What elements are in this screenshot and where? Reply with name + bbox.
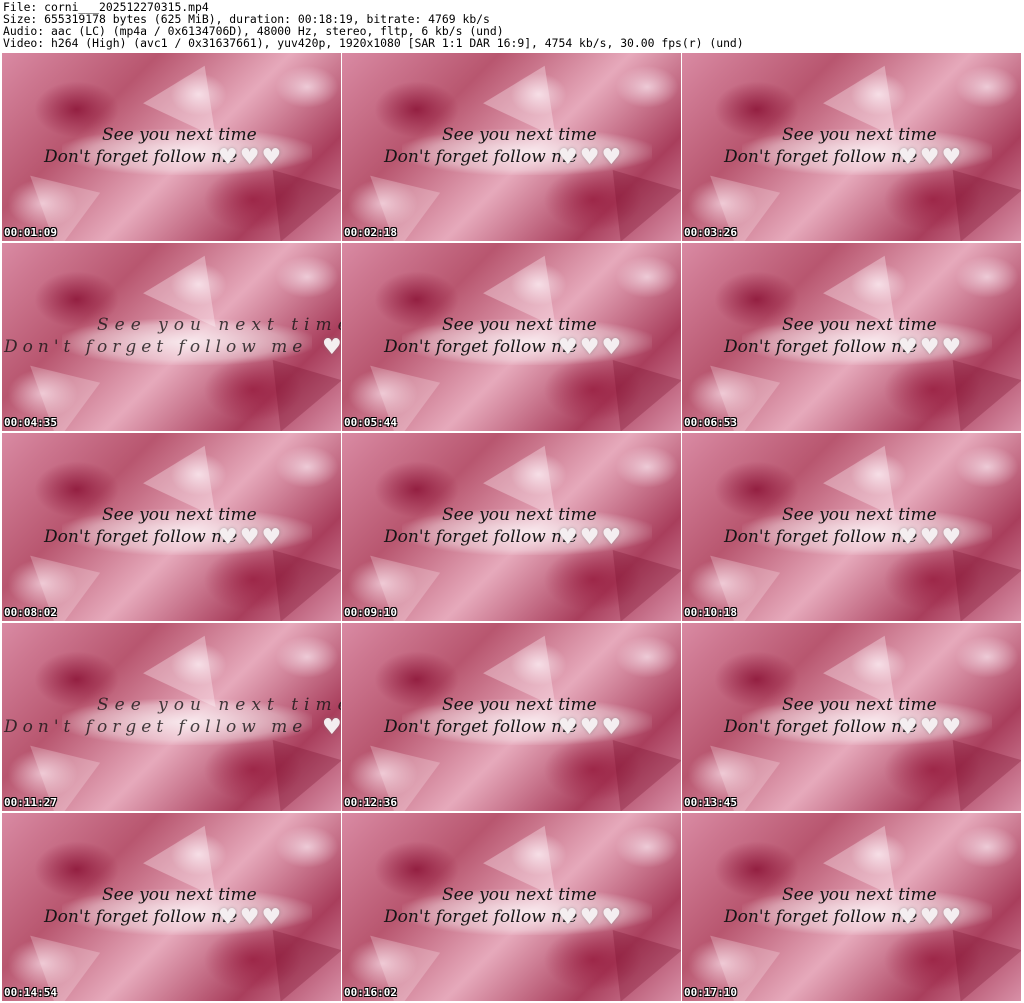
thumbnail-frame: See you next time Don't forget follow me… (2, 243, 341, 431)
thumbnail-frame: See you next time Don't forget follow me… (682, 243, 1021, 431)
thumbnail-frame: See you next time Don't forget follow me… (2, 433, 341, 621)
thumbnail-frame: See you next time Don't forget follow me… (342, 53, 681, 241)
caption-line-1: See you next time (782, 125, 937, 145)
caption-line-2: Don't forget follow me (724, 717, 918, 737)
hearts-icon: ♥ (322, 335, 341, 360)
caption-line-2: Don't forget follow me (384, 907, 578, 927)
timestamp: 00:11:27 (4, 796, 57, 809)
thumbnail-frame: See you next time Don't forget follow me… (682, 433, 1021, 621)
hearts-icon: ♥♥♥ (898, 145, 964, 170)
caption-overlay: See you next time Don't forget follow me… (42, 503, 332, 563)
video-line: Video: h264 (High) (avc1 / 0x31637661), … (3, 36, 744, 50)
thumbnail-frame: See you next time Don't forget follow me… (682, 623, 1021, 811)
caption-line-2: Don't forget follow me (44, 527, 238, 547)
caption-line-2: Don't forget follow me (724, 147, 918, 167)
thumbnail-frame: See you next time Don't forget follow me… (2, 813, 341, 1001)
caption-overlay: See you next time Don't forget follow me… (382, 883, 672, 943)
timestamp: 00:09:10 (344, 606, 397, 619)
caption-overlay: See you next time Don't forget follow me… (382, 313, 672, 373)
caption-line-1: See you next time (97, 315, 341, 335)
thumbnail-frame: See you next time Don't forget follow me… (2, 623, 341, 811)
timestamp: 00:14:54 (4, 986, 57, 999)
timestamp: 00:17:10 (684, 986, 737, 999)
hearts-icon: ♥♥♥ (218, 525, 284, 550)
hearts-icon: ♥♥♥ (898, 905, 964, 930)
thumbnail-grid: See you next time Don't forget follow me… (0, 52, 1024, 1003)
caption-line-2: Don't forget follow me (724, 337, 918, 357)
caption-line-1: See you next time (442, 315, 597, 335)
hearts-icon: ♥♥♥ (558, 335, 624, 360)
caption-overlay: See you next time Don't forget follow me… (722, 123, 1012, 183)
caption-line-1: See you next time (782, 885, 937, 905)
caption-overlay: See you next time Don't forget follow me… (382, 123, 672, 183)
hearts-icon: ♥♥♥ (558, 905, 624, 930)
caption-overlay: See you next time Don't forget follow me… (722, 313, 1012, 373)
hearts-icon: ♥ (322, 715, 341, 740)
hearts-icon: ♥♥♥ (558, 145, 624, 170)
file-info-header: File: corni___202512270315.mp4 Size: 655… (0, 0, 1024, 52)
timestamp: 00:16:02 (344, 986, 397, 999)
caption-line-1: See you next time (782, 315, 937, 335)
caption-line-2: Don't forget follow me (724, 907, 918, 927)
caption-line-1: See you next time (442, 125, 597, 145)
timestamp: 00:02:18 (344, 226, 397, 239)
hearts-icon: ♥♥♥ (218, 905, 284, 930)
caption-line-2: Don't forget follow me (384, 717, 578, 737)
timestamp: 00:05:44 (344, 416, 397, 429)
timestamp: 00:03:26 (684, 226, 737, 239)
caption-line-2: Don't forget follow me (384, 337, 578, 357)
thumbnail-frame: See you next time Don't forget follow me… (682, 53, 1021, 241)
thumbnail-frame: See you next time Don't forget follow me… (342, 623, 681, 811)
caption-line-2: Don't forget follow me (44, 147, 238, 167)
timestamp: 00:04:35 (4, 416, 57, 429)
caption-line-2: Don't forget follow me (724, 527, 918, 547)
thumbnail-frame: See you next time Don't forget follow me… (342, 433, 681, 621)
timestamp: 00:13:45 (684, 796, 737, 809)
hearts-icon: ♥♥♥ (218, 145, 284, 170)
thumbnail-frame: See you next time Don't forget follow me… (342, 243, 681, 431)
caption-overlay: See you next time Don't forget follow me… (382, 503, 672, 563)
caption-overlay: See you next time Don't forget follow me… (4, 313, 341, 373)
caption-line-1: See you next time (782, 505, 937, 525)
caption-overlay: See you next time Don't forget follow me… (42, 123, 332, 183)
caption-overlay: See you next time Don't forget follow me… (722, 883, 1012, 943)
caption-line-2: Don't forget follow me (384, 527, 578, 547)
thumbnail-frame: See you next time Don't forget follow me… (682, 813, 1021, 1001)
caption-line-1: See you next time (97, 695, 341, 715)
caption-line-1: See you next time (102, 125, 257, 145)
caption-line-1: See you next time (442, 695, 597, 715)
caption-line-1: See you next time (442, 505, 597, 525)
thumbnail-frame: See you next time Don't forget follow me… (342, 813, 681, 1001)
caption-overlay: See you next time Don't forget follow me… (722, 503, 1012, 563)
hearts-icon: ♥♥♥ (898, 715, 964, 740)
caption-line-2: Don't forget follow me (384, 147, 578, 167)
caption-line-1: See you next time (442, 885, 597, 905)
caption-overlay: See you next time Don't forget follow me… (722, 693, 1012, 753)
timestamp: 00:10:18 (684, 606, 737, 619)
timestamp: 00:06:53 (684, 416, 737, 429)
caption-overlay: See you next time Don't forget follow me… (4, 693, 341, 753)
caption-line-1: See you next time (102, 885, 257, 905)
hearts-icon: ♥♥♥ (898, 525, 964, 550)
hearts-icon: ♥♥♥ (558, 715, 624, 740)
timestamp: 00:01:09 (4, 226, 57, 239)
caption-line-2: Don't forget follow me (4, 717, 308, 737)
timestamp: 00:08:02 (4, 606, 57, 619)
caption-line-2: Don't forget follow me (4, 337, 308, 357)
hearts-icon: ♥♥♥ (898, 335, 964, 360)
caption-overlay: See you next time Don't forget follow me… (42, 883, 332, 943)
caption-line-1: See you next time (782, 695, 937, 715)
caption-line-2: Don't forget follow me (44, 907, 238, 927)
hearts-icon: ♥♥♥ (558, 525, 624, 550)
timestamp: 00:12:36 (344, 796, 397, 809)
caption-line-1: See you next time (102, 505, 257, 525)
caption-overlay: See you next time Don't forget follow me… (382, 693, 672, 753)
thumbnail-frame: See you next time Don't forget follow me… (2, 53, 341, 241)
